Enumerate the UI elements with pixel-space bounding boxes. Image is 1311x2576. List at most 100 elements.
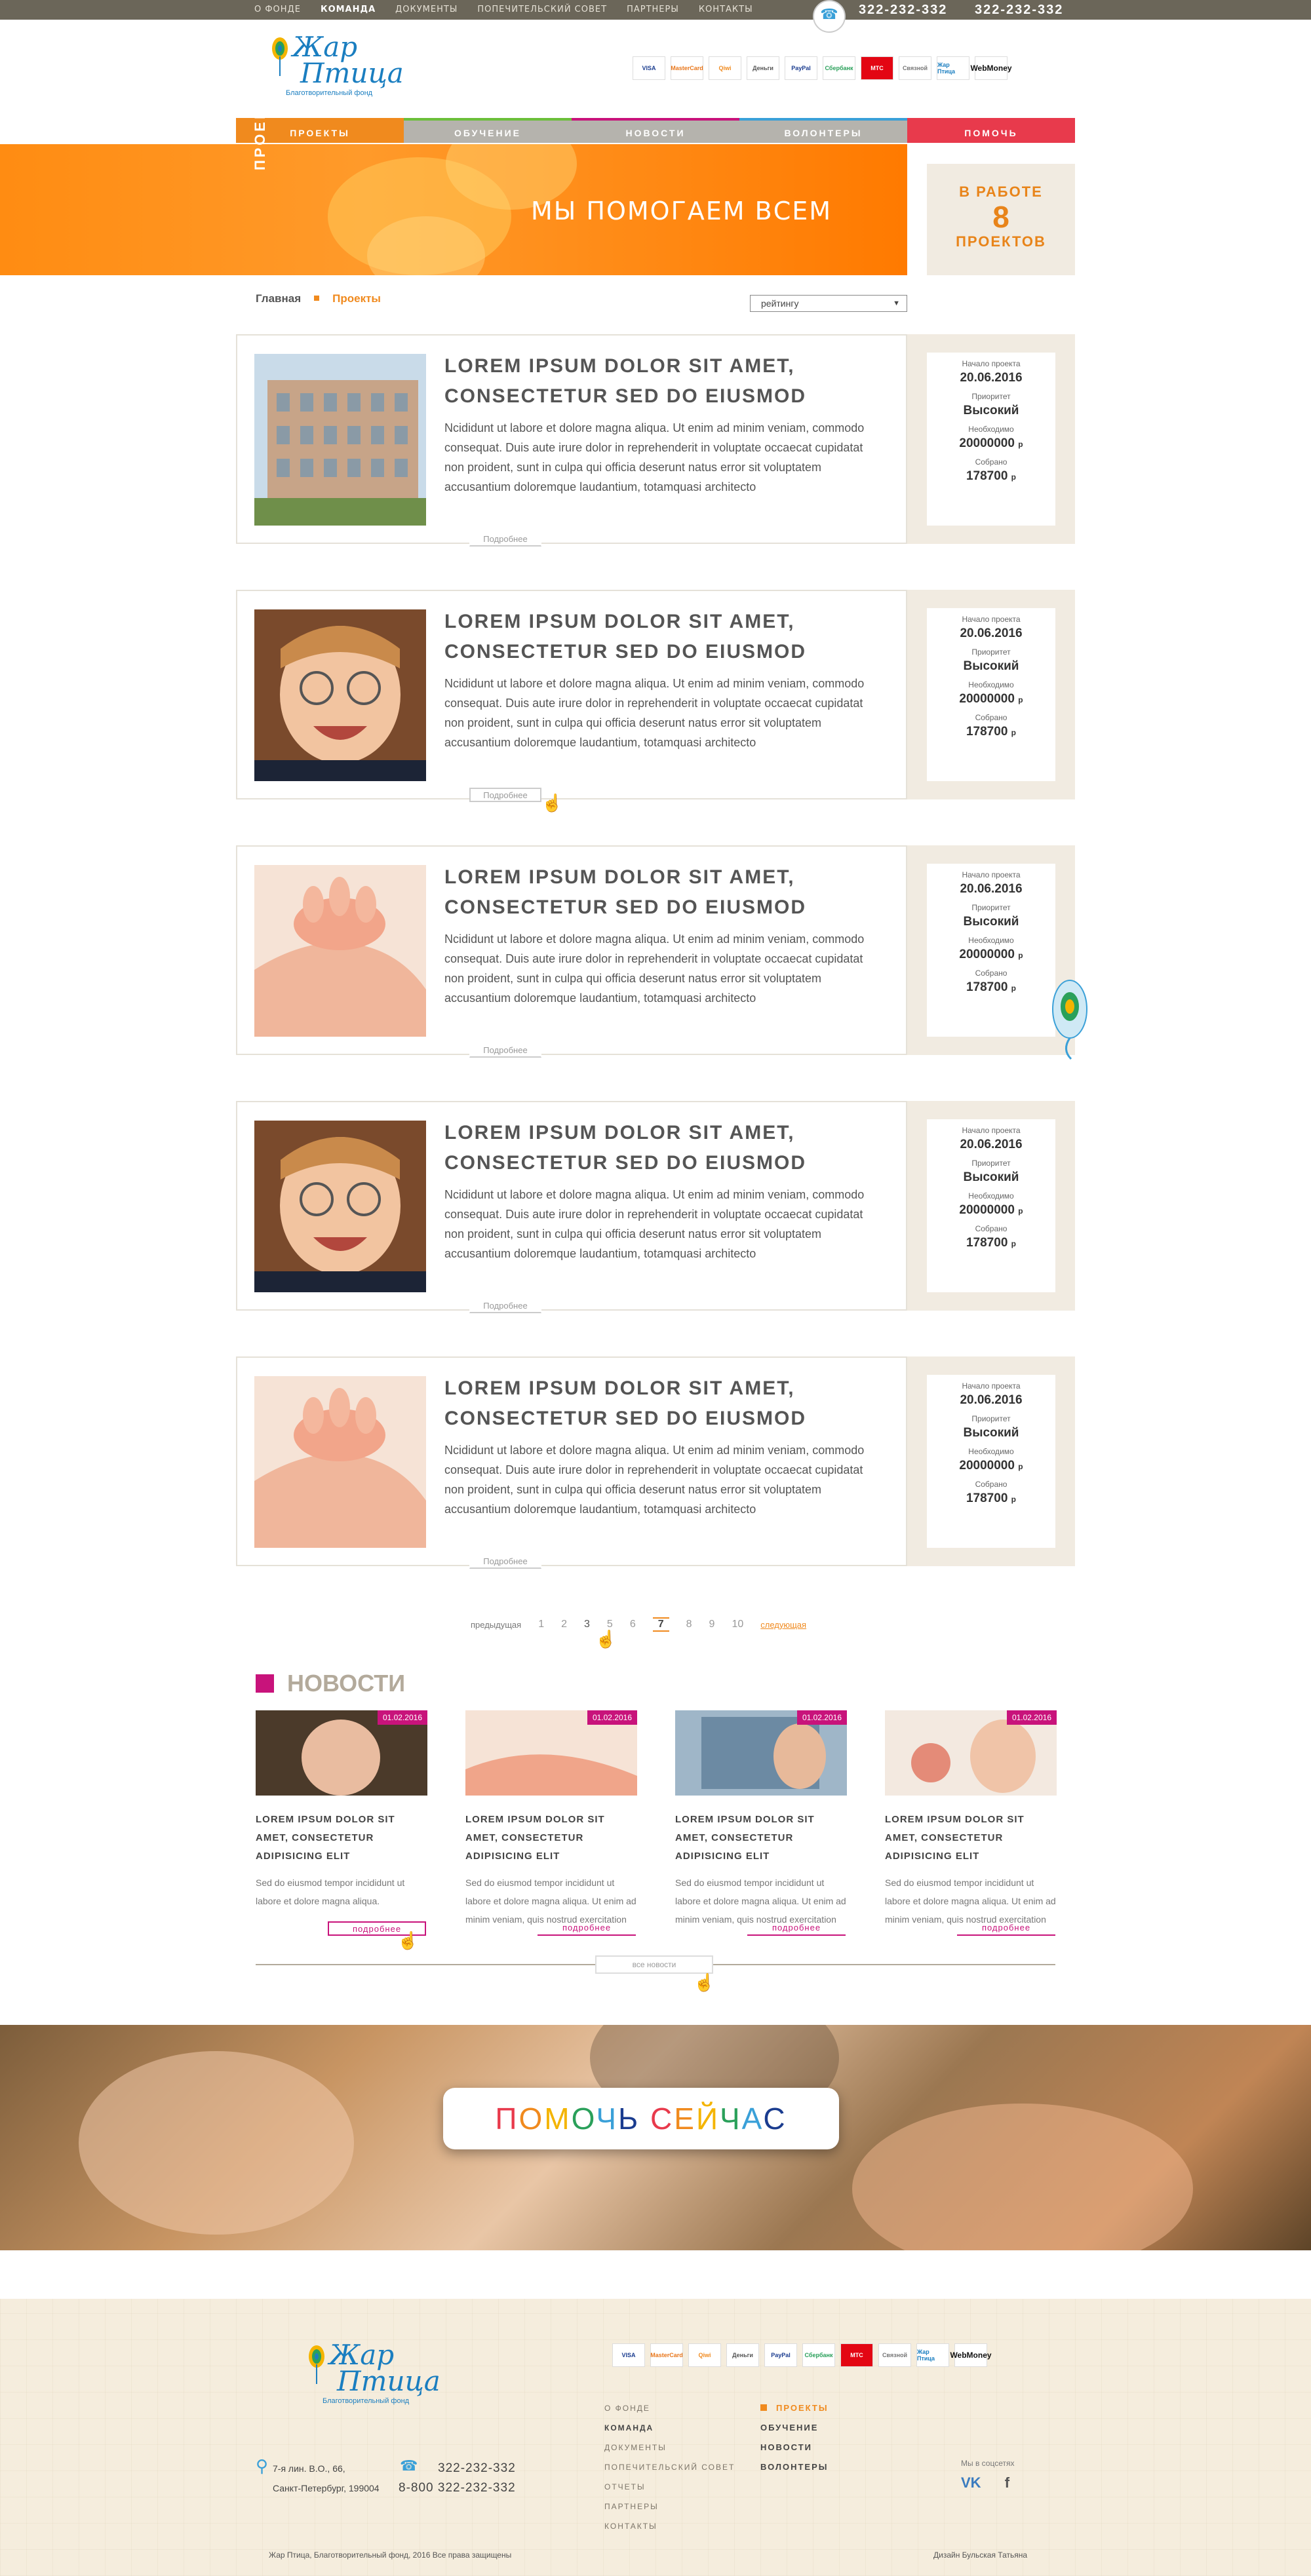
- zhar-ptitsa-pay-icon: Жар Птица: [937, 56, 969, 80]
- footer-address: 7-я лин. В.О., 66, Санкт-Петербург, 1990…: [273, 2459, 380, 2498]
- meta-priority: Высокий: [963, 404, 1019, 417]
- meta-need: 20000000: [959, 948, 1015, 961]
- mastercard-icon: MasterCard: [650, 2343, 683, 2367]
- main-nav-help[interactable]: ПОМОЧЬ: [907, 118, 1075, 143]
- news-more-button[interactable]: подробнее: [747, 1921, 846, 1936]
- meta-priority-label: Приоритет: [971, 903, 1011, 912]
- footer-nav-partners[interactable]: ПАРТНЕРЫ: [604, 2497, 735, 2516]
- facebook-icon[interactable]: f: [1005, 2474, 1009, 2491]
- project-card: LOREM IPSUM DOLOR SIT AMET, CONSECTETUR …: [236, 334, 1075, 547]
- project-more-button[interactable]: Подробнее: [469, 1043, 541, 1058]
- news-title[interactable]: LOREM IPSUM DOLOR SIT AMET, CONSECTETUR …: [256, 1811, 427, 1866]
- chevron-down-icon: ▼: [893, 299, 900, 307]
- copyright: Жар Птица, Благотворительный фонд, 2016 …: [269, 2550, 512, 2560]
- meta-need: 20000000: [959, 1203, 1015, 1217]
- project-meta: Начало проекта 20.06.2016 Приоритет Высо…: [907, 1356, 1075, 1566]
- project-title[interactable]: LOREM IPSUM DOLOR SIT AMET, CONSECTETUR …: [444, 1118, 864, 1178]
- social-block: Мы в соцсетях VK f: [961, 2459, 1014, 2491]
- top-nav-partners[interactable]: ПАРТНЕРЫ: [627, 0, 679, 20]
- meta-collected: 178700: [966, 1491, 1008, 1505]
- footer-nav-2: ПРОЕКТЫ ОБУЧЕНИЕ НОВОСТИ ВОЛОНТЕРЫ: [760, 2398, 829, 2477]
- qiwi-icon: Qiwi: [688, 2343, 721, 2367]
- project-text: Ncididunt ut labore et dolore magna aliq…: [444, 421, 865, 493]
- meta-collected-label: Собрано: [975, 713, 1008, 722]
- news-title[interactable]: LOREM IPSUM DOLOR SIT AMET, CONSECTETUR …: [675, 1811, 847, 1866]
- footer-nav-contacts[interactable]: КОНТАКТЫ: [604, 2516, 735, 2536]
- project-title[interactable]: LOREM IPSUM DOLOR SIT AMET, CONSECTETUR …: [444, 862, 864, 923]
- vk-icon[interactable]: VK: [961, 2474, 981, 2491]
- project-title[interactable]: LOREM IPSUM DOLOR SIT AMET, CONSECTETUR …: [444, 607, 864, 667]
- meta-priority-label: Приоритет: [971, 392, 1011, 401]
- news-more-button[interactable]: подробнее: [957, 1921, 1055, 1936]
- projects-in-work-box: В РАБОТЕ 8 ПРОЕКТОВ: [927, 164, 1075, 275]
- project-title[interactable]: LOREM IPSUM DOLOR SIT AMET, CONSECTETUR …: [444, 1374, 864, 1434]
- pager-page[interactable]: 6: [630, 1619, 636, 1630]
- footer-nav-reports[interactable]: ОТЧЕТЫ: [604, 2477, 735, 2497]
- hand-cursor-icon: ☝: [694, 1972, 715, 1992]
- meta-need-label: Необходимо: [968, 425, 1014, 434]
- sort-select[interactable]: рейтингу ▼: [750, 295, 907, 312]
- footer-phone-2-row: 8-800 322-232-332: [399, 2478, 516, 2498]
- top-nav-documents[interactable]: ДОКУМЕНТЫ: [395, 0, 458, 20]
- footer-nav-documents[interactable]: ДОКУМЕНТЫ: [604, 2438, 735, 2457]
- footer-nav-team[interactable]: КОМАНДА: [604, 2418, 735, 2438]
- project-title[interactable]: LOREM IPSUM DOLOR SIT AMET, CONSECTETUR …: [444, 351, 864, 412]
- news-text: Sed do eiusmod tempor incididunt ut labo…: [675, 1877, 846, 1925]
- pager-prev[interactable]: предыдущая: [471, 1620, 521, 1630]
- footer-logo[interactable]: Жар Птица Благотворительный фонд: [307, 2341, 440, 2408]
- footer-nav-news[interactable]: НОВОСТИ: [760, 2438, 829, 2457]
- logo[interactable]: Жар Птица Благотворительный фонд: [270, 33, 404, 100]
- main-nav: ПРОЕКТЫ ОБУЧЕНИЕ НОВОСТИ ВОЛОНТЕРЫ ПОМОЧ…: [236, 118, 1075, 143]
- logo-line-2: Птица: [300, 57, 404, 89]
- main-nav-education[interactable]: ОБУЧЕНИЕ: [404, 118, 572, 143]
- news-title[interactable]: LOREM IPSUM DOLOR SIT AMET, CONSECTETUR …: [885, 1811, 1057, 1866]
- sort-value: рейтингу: [761, 298, 799, 309]
- footer-nav-board[interactable]: ПОПЕЧИТЕЛЬСКИЙ СОВЕТ: [604, 2457, 735, 2477]
- project-more-button[interactable]: Подробнее: [469, 788, 541, 802]
- pager-page[interactable]: 9: [709, 1619, 715, 1630]
- meta-start: 20.06.2016: [960, 1393, 1023, 1407]
- top-nav-team[interactable]: КОМАНДА: [321, 0, 376, 20]
- pager-page[interactable]: 1: [538, 1619, 544, 1630]
- all-news-button[interactable]: все новости: [595, 1955, 713, 1974]
- news-title[interactable]: LOREM IPSUM DOLOR SIT AMET, CONSECTETUR …: [465, 1811, 637, 1866]
- footer-phones: 322-232-332: [438, 2459, 516, 2478]
- project-more-button[interactable]: Подробнее: [469, 1299, 541, 1313]
- visa-icon: VISA: [633, 56, 665, 80]
- news-more-button[interactable]: подробнее: [538, 1921, 636, 1936]
- pager-page[interactable]: 8: [686, 1619, 692, 1630]
- meta-need-label: Необходимо: [968, 936, 1014, 945]
- meta-need: 20000000: [959, 692, 1015, 706]
- footer-nav-volunteers[interactable]: ВОЛОНТЕРЫ: [760, 2457, 829, 2477]
- top-nav-contacts[interactable]: КОНТАКТЫ: [699, 0, 753, 20]
- project-card: LOREM IPSUM DOLOR SIT AMET, CONSECTETUR …: [236, 1101, 1075, 1313]
- webmoney-icon: WebMoney: [970, 56, 1012, 80]
- main-nav-news[interactable]: НОВОСТИ: [572, 118, 739, 143]
- project-meta: Начало проекта 20.06.2016 Приоритет Высо…: [907, 334, 1075, 544]
- webmoney-icon: WebMoney: [950, 2343, 992, 2367]
- meta-collected-label: Собрано: [975, 1224, 1008, 1233]
- main-nav-volunteers[interactable]: ВОЛОНТЕРЫ: [739, 118, 907, 143]
- phone-callback-icon[interactable]: ☎: [813, 0, 846, 33]
- currency: р: [1018, 1206, 1023, 1216]
- pager-page[interactable]: 3: [584, 1619, 590, 1630]
- meta-collected-label: Собрано: [975, 1480, 1008, 1489]
- top-nav-about[interactable]: О ФОНДЕ: [254, 0, 301, 20]
- payment-icons: VISA MasterCard Qiwi Деньги PayPal Сберб…: [633, 56, 1012, 80]
- footer-nav-about[interactable]: О ФОНДЕ: [604, 2398, 735, 2418]
- hand-cursor-icon: ☝: [541, 793, 563, 813]
- feather-widget-icon[interactable]: [1042, 976, 1095, 1062]
- pager-page[interactable]: 10: [732, 1619, 743, 1630]
- footer-nav-education[interactable]: ОБУЧЕНИЕ: [760, 2418, 829, 2438]
- breadcrumb-home[interactable]: Главная: [256, 292, 301, 305]
- top-phone-1: 322-232-332: [859, 3, 948, 17]
- pager-page[interactable]: 2: [561, 1619, 567, 1630]
- top-nav-board[interactable]: ПОПЕЧИТЕЛЬСКИЙ СОВЕТ: [477, 0, 607, 20]
- pagination: предыдущая 1 2 3 5 6 7 8 9 10 следующая: [471, 1615, 823, 1634]
- help-now-button[interactable]: ПОМОЧЬ СЕЙЧАС: [443, 2088, 839, 2149]
- pager-next[interactable]: следующая: [760, 1620, 806, 1630]
- project-more-button[interactable]: Подробнее: [469, 1554, 541, 1569]
- footer-nav-projects[interactable]: ПРОЕКТЫ: [760, 2398, 829, 2418]
- project-more-button[interactable]: Подробнее: [469, 532, 541, 547]
- pager-current[interactable]: 7: [652, 1617, 669, 1632]
